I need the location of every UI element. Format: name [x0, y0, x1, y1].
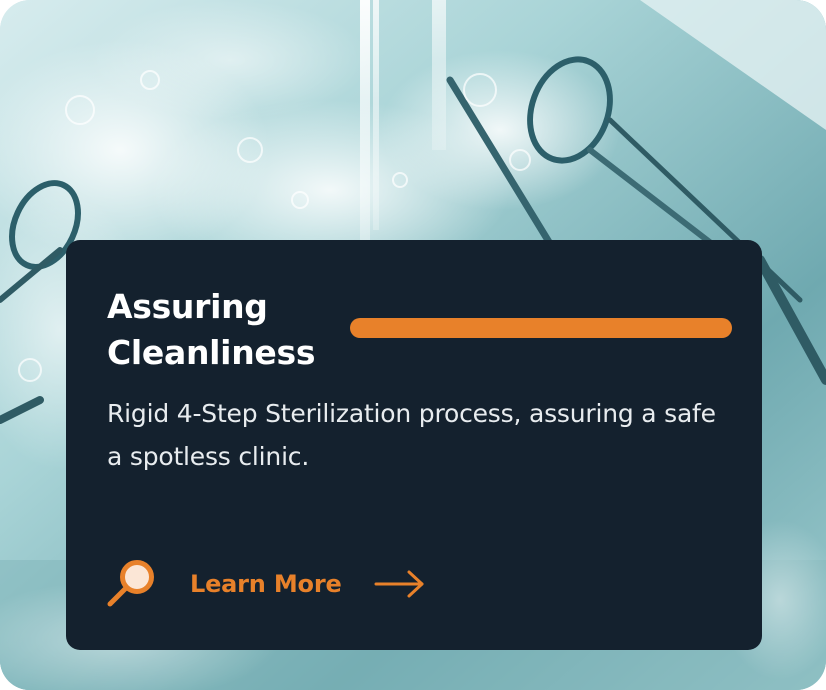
- learn-more-label: Learn More: [190, 570, 342, 598]
- title-accent-bar: [350, 318, 732, 338]
- card-title: Assuring Cleanliness: [107, 287, 316, 372]
- feature-card: Assuring Cleanliness Rigid 4-Step Steril…: [0, 0, 826, 690]
- arrow-right-icon: [342, 569, 426, 599]
- card-description: Rigid 4-Step Sterilization process, assu…: [107, 399, 716, 471]
- content-panel: Assuring Cleanliness Rigid 4-Step Steril…: [66, 240, 762, 650]
- magnifying-glass-icon: [104, 557, 158, 611]
- learn-more-link[interactable]: Learn More: [104, 556, 426, 612]
